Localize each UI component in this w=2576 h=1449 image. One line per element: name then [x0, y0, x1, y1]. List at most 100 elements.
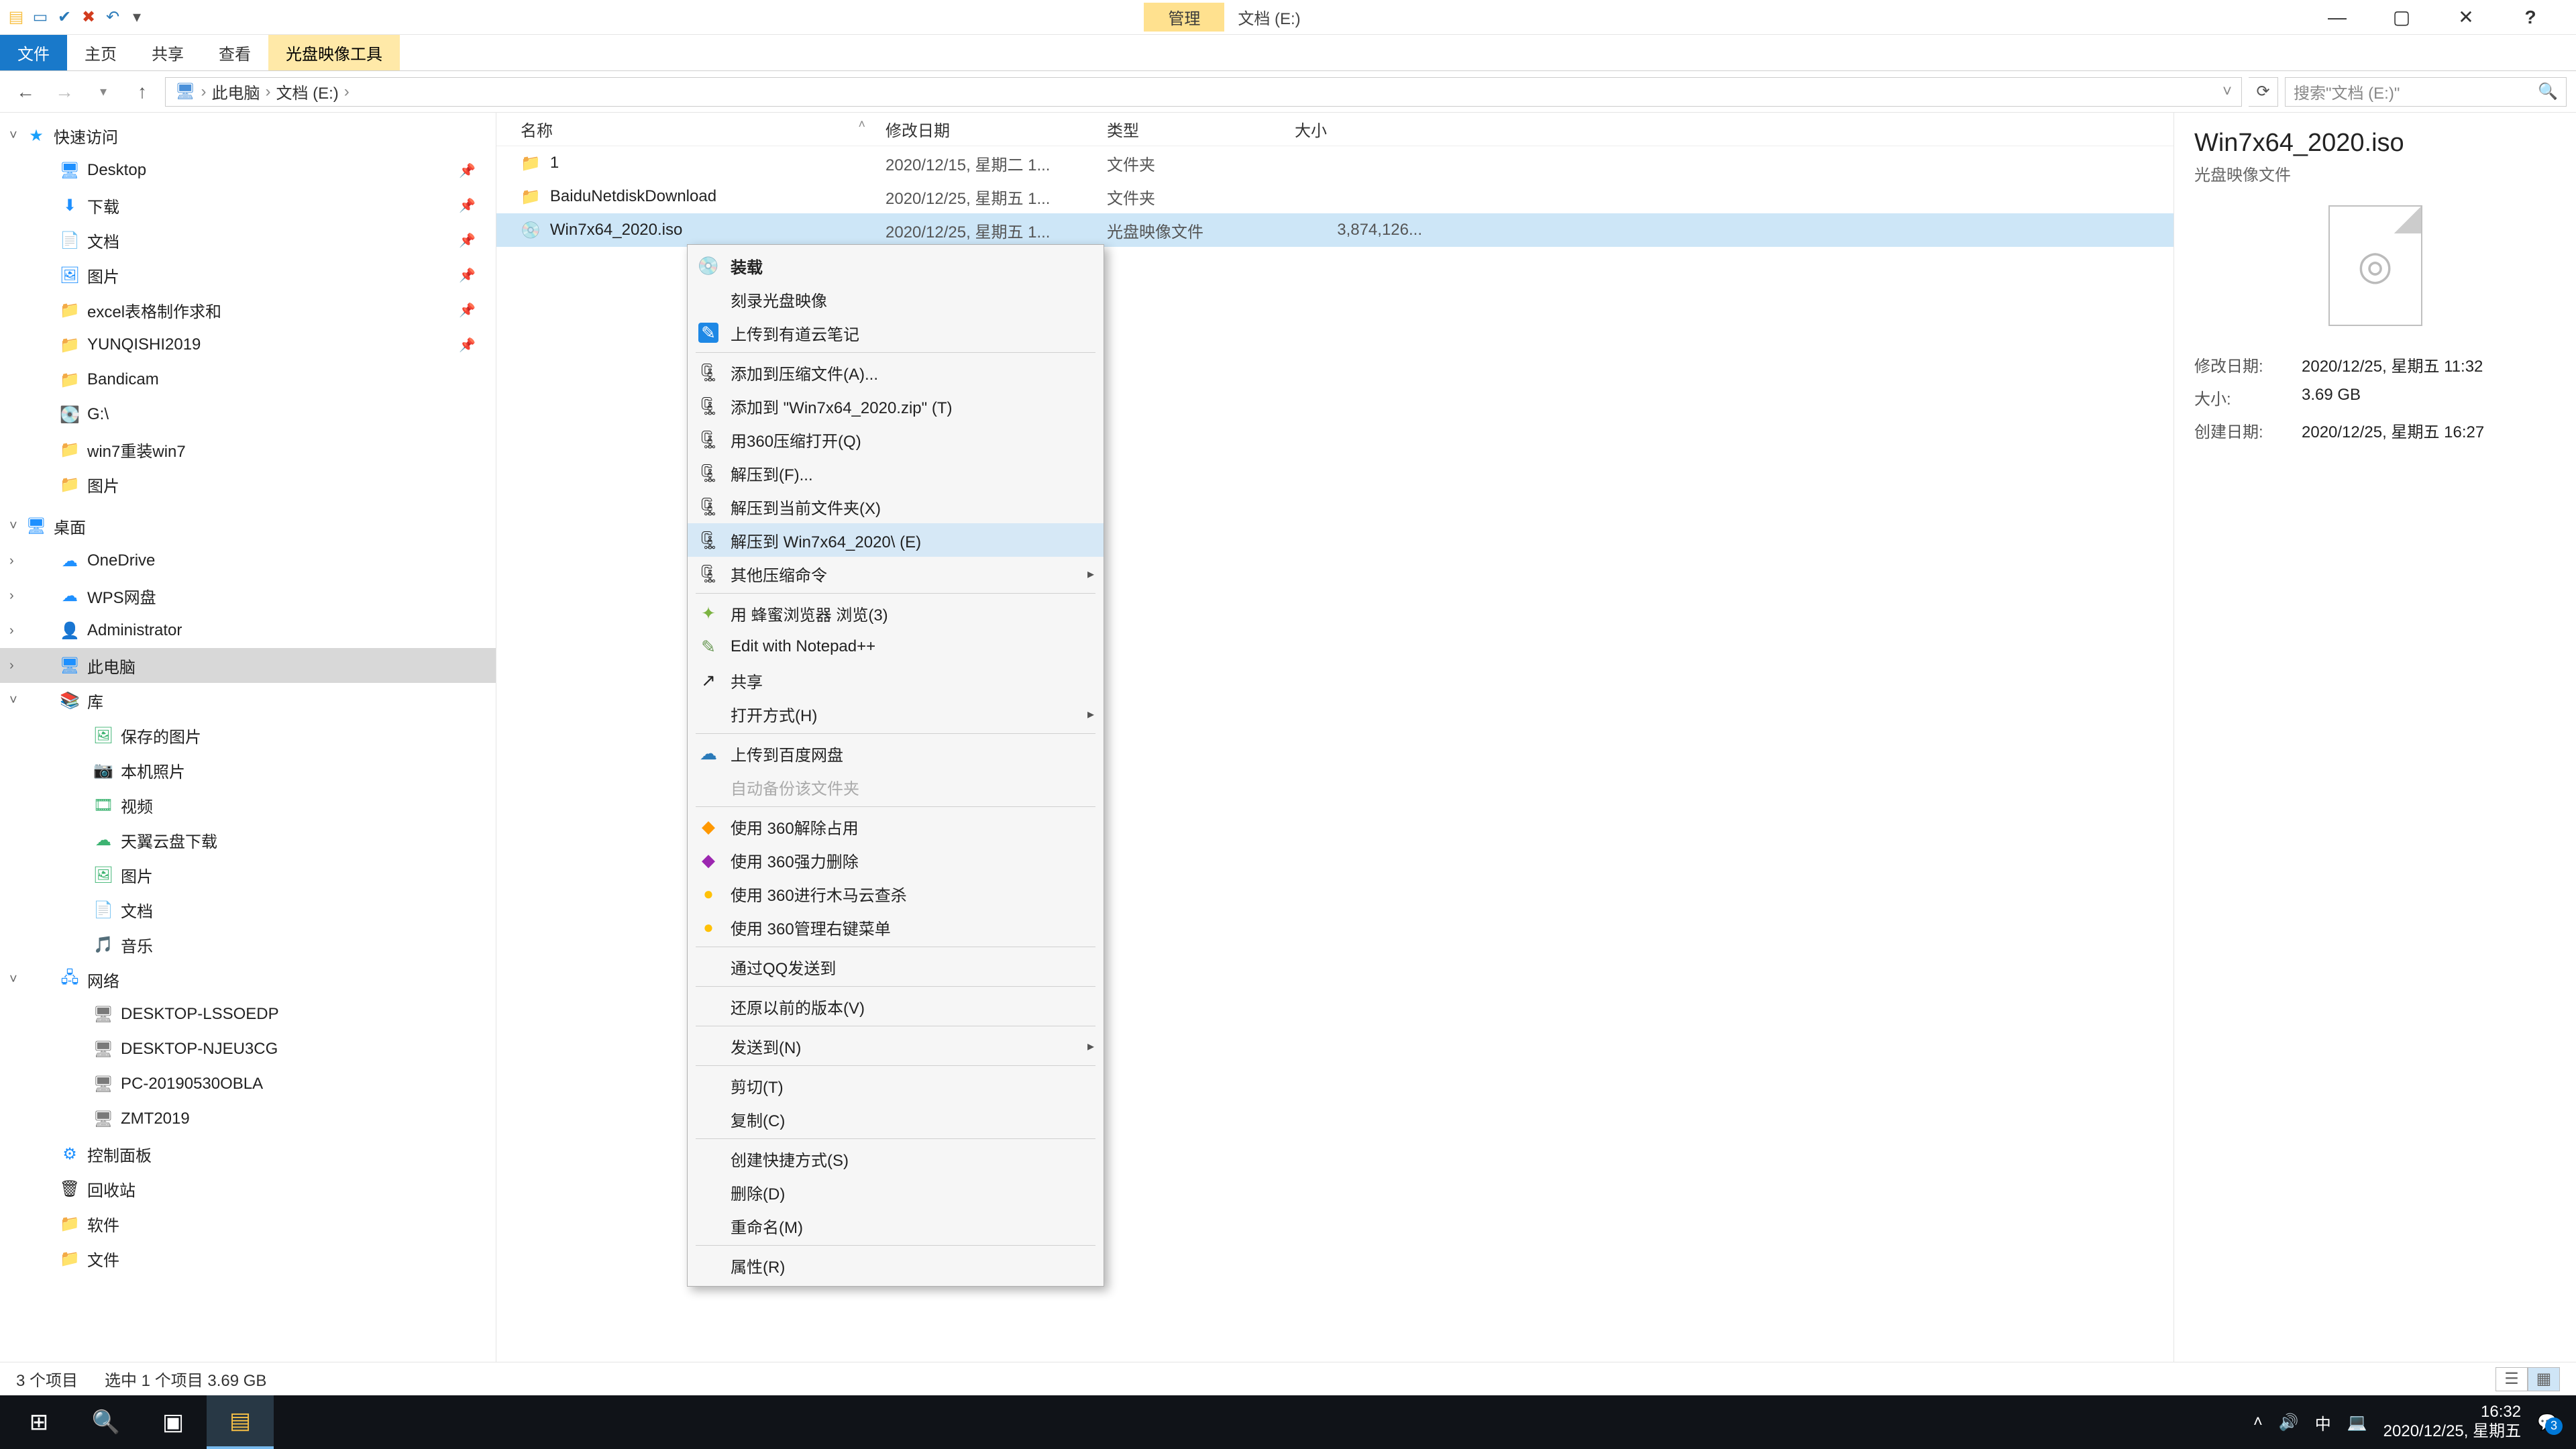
tree-item[interactable]: ›☁OneDrive: [0, 543, 496, 578]
ctx-copy[interactable]: 复制(C): [688, 1102, 1104, 1136]
ctx-burn[interactable]: 刻录光盘映像: [688, 282, 1104, 316]
ctx-mount[interactable]: 💿装载: [688, 249, 1104, 282]
tray-network-icon[interactable]: 💻: [2347, 1413, 2367, 1432]
tab-disc-image-tools[interactable]: 光盘映像工具: [268, 35, 400, 70]
ctx-add-archive[interactable]: 🗜添加到压缩文件(A)...: [688, 356, 1104, 389]
ctx-delete[interactable]: 删除(D): [688, 1175, 1104, 1209]
tree-item[interactable]: 📁win7重装win7: [0, 432, 496, 467]
tree-item[interactable]: 🖼图片: [0, 857, 496, 892]
file-row[interactable]: 📁BaiduNetdiskDownload 2020/12/25, 星期五 1.…: [496, 180, 2174, 213]
view-details-button[interactable]: ☰: [2496, 1367, 2528, 1391]
tab-view[interactable]: 查看: [201, 35, 268, 70]
tree-network[interactable]: ˅🖧网络: [0, 962, 496, 997]
tray-volume-icon[interactable]: 🔊: [2279, 1413, 2299, 1432]
breadcrumb-dropdown-icon[interactable]: ˅: [2222, 83, 2232, 101]
search-input[interactable]: 搜索"文档 (E:)" 🔍: [2285, 77, 2567, 107]
tree-quick-access[interactable]: ˅★快速访问: [0, 118, 496, 153]
minimize-button[interactable]: —: [2305, 0, 2369, 35]
tree-item[interactable]: ›☁WPS网盘: [0, 578, 496, 613]
tree-item[interactable]: 🎞视频: [0, 788, 496, 822]
help-icon[interactable]: ?: [2498, 0, 2563, 35]
tree-item[interactable]: 📁YUNQISHI2019📌: [0, 327, 496, 362]
tree-item[interactable]: 🖥Desktop📌: [0, 153, 496, 188]
qat-delete-icon[interactable]: ✖: [79, 8, 98, 27]
ctx-send-to[interactable]: 发送到(N)▸: [688, 1029, 1104, 1063]
ctx-share[interactable]: ↗共享: [688, 663, 1104, 697]
ctx-extract-to[interactable]: 🗜解压到(F)...: [688, 456, 1104, 490]
ctx-360-trojan-scan[interactable]: ●使用 360进行木马云查杀: [688, 877, 1104, 910]
ctx-rename[interactable]: 重命名(M): [688, 1209, 1104, 1242]
tree-item[interactable]: 🖼图片📌: [0, 258, 496, 292]
tray-overflow-icon[interactable]: ˄: [2253, 1413, 2263, 1432]
close-button[interactable]: ✕: [2434, 0, 2498, 35]
tree-item[interactable]: 🖥ZMT2019: [0, 1102, 496, 1136]
tree-item[interactable]: 📁软件: [0, 1206, 496, 1241]
tree-item[interactable]: ⬇下载📌: [0, 188, 496, 223]
column-type[interactable]: 类型: [1107, 117, 1295, 141]
tree-item[interactable]: 📁文件: [0, 1241, 496, 1276]
taskbar-search-button[interactable]: 🔍: [72, 1395, 140, 1449]
tree-item[interactable]: ›👤Administrator: [0, 613, 496, 648]
ctx-honey-browser[interactable]: ✦用 蜂蜜浏览器 浏览(3): [688, 596, 1104, 630]
taskbar-explorer[interactable]: ▤: [207, 1395, 274, 1449]
tree-item[interactable]: 🎵音乐: [0, 927, 496, 962]
action-center-icon[interactable]: 💬3: [2537, 1413, 2557, 1432]
tree-this-pc[interactable]: ›🖥此电脑: [0, 648, 496, 683]
column-size[interactable]: 大小: [1295, 117, 1442, 141]
ctx-add-zip[interactable]: 🗜添加到 "Win7x64_2020.zip" (T): [688, 389, 1104, 423]
tree-item[interactable]: 📁excel表格制作求和📌: [0, 292, 496, 327]
tree-item[interactable]: 📁Bandicam: [0, 362, 496, 397]
file-row-selected[interactable]: 💿Win7x64_2020.iso 2020/12/25, 星期五 1...光盘…: [496, 213, 2174, 247]
ctx-360-force-delete[interactable]: ◆使用 360强力删除: [688, 843, 1104, 877]
nav-up-button[interactable]: ↑: [126, 76, 158, 108]
qat-dropdown-icon[interactable]: ▾: [127, 8, 146, 27]
nav-recent-dropdown[interactable]: ▾: [87, 76, 119, 108]
tree-item[interactable]: ⚙控制面板: [0, 1136, 496, 1171]
ctx-extract-folder[interactable]: 🗜解压到 Win7x64_2020\ (E): [688, 523, 1104, 557]
view-large-icons-button[interactable]: ▦: [2528, 1367, 2560, 1391]
tab-file[interactable]: 文件: [0, 35, 67, 70]
ctx-upload-youdao[interactable]: ✎上传到有道云笔记: [688, 316, 1104, 350]
start-button[interactable]: ⊞: [5, 1395, 72, 1449]
nav-back-button[interactable]: ←: [9, 76, 42, 108]
ctx-open-with[interactable]: 打开方式(H)▸: [688, 697, 1104, 731]
ctx-360-manage-menu[interactable]: ●使用 360管理右键菜单: [688, 910, 1104, 944]
tree-item[interactable]: 💽G:\: [0, 397, 496, 432]
ctx-restore-previous[interactable]: 还原以前的版本(V): [688, 989, 1104, 1023]
tab-share[interactable]: 共享: [134, 35, 201, 70]
qat-properties-icon[interactable]: ▭: [31, 8, 50, 27]
ctx-properties[interactable]: 属性(R): [688, 1248, 1104, 1282]
ctx-extract-here[interactable]: 🗜解压到当前文件夹(X): [688, 490, 1104, 523]
tree-item[interactable]: 🖥PC-20190530OBLA: [0, 1067, 496, 1102]
ctx-notepadpp[interactable]: ✎Edit with Notepad++: [688, 630, 1104, 663]
tray-ime-indicator[interactable]: 中: [2315, 1411, 2331, 1434]
ctx-360-release[interactable]: ◆使用 360解除占用: [688, 810, 1104, 843]
tree-item[interactable]: 📄文档: [0, 892, 496, 927]
qat-checkmark-icon[interactable]: ✔: [55, 8, 74, 27]
tree-item[interactable]: 🖥DESKTOP-NJEU3CG: [0, 1032, 496, 1067]
breadcrumb[interactable]: 🖥 › 此电脑 › 文档 (E:) › ˅: [165, 77, 2242, 107]
ctx-open-360zip[interactable]: 🗜用360压缩打开(Q): [688, 423, 1104, 456]
ctx-create-shortcut[interactable]: 创建快捷方式(S): [688, 1142, 1104, 1175]
tree-item[interactable]: 📄文档📌: [0, 223, 496, 258]
maximize-button[interactable]: ▢: [2369, 0, 2434, 35]
tree-item[interactable]: 🗑回收站: [0, 1171, 496, 1206]
ctx-other-zip[interactable]: 🗜其他压缩命令▸: [688, 557, 1104, 590]
qat-undo-icon[interactable]: ↶: [103, 8, 122, 27]
tree-item[interactable]: 🖥DESKTOP-LSSOEDP: [0, 997, 496, 1032]
task-view-button[interactable]: ▣: [140, 1395, 207, 1449]
refresh-button[interactable]: ⟳: [2249, 77, 2278, 107]
ctx-upload-baidu[interactable]: ☁上传到百度网盘: [688, 737, 1104, 770]
column-date[interactable]: 修改日期: [885, 117, 1107, 141]
tab-home[interactable]: 主页: [67, 35, 134, 70]
tree-desktop[interactable]: ˅🖥桌面: [0, 508, 496, 543]
column-name[interactable]: 名称˄: [496, 117, 885, 141]
tree-item[interactable]: 📁图片: [0, 467, 496, 502]
ctx-cut[interactable]: 剪切(T): [688, 1069, 1104, 1102]
file-row[interactable]: 📁1 2020/12/15, 星期二 1...文件夹: [496, 146, 2174, 180]
tree-item[interactable]: 📷本机照片: [0, 753, 496, 788]
tree-item[interactable]: ☁天翼云盘下载: [0, 822, 496, 857]
ctx-qq-send[interactable]: 通过QQ发送到: [688, 950, 1104, 983]
tree-libraries[interactable]: ˅📚库: [0, 683, 496, 718]
nav-forward-button[interactable]: →: [48, 76, 80, 108]
